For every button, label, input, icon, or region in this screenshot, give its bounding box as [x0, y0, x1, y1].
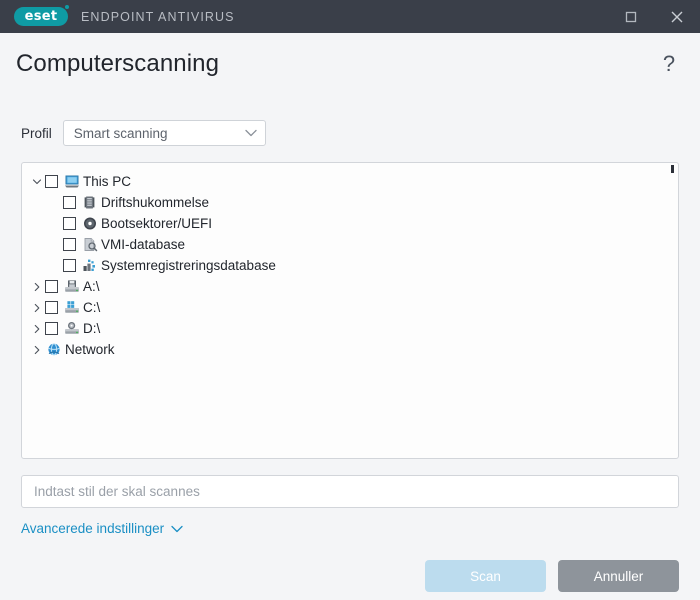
memory-icon	[81, 195, 98, 211]
tree-item-label: C:\	[83, 299, 101, 315]
floppy-drive-icon	[63, 279, 80, 295]
chevron-down-icon	[245, 129, 257, 137]
maximize-icon	[625, 11, 637, 22]
scan-targets-tree[interactable]: This PC Driftshukommelse Bootsektorer/UEFI…	[21, 162, 679, 459]
tree-scrollbar[interactable]	[667, 163, 678, 458]
tree-expand-toggle[interactable]	[29, 282, 45, 292]
tree-item-label: Systemregistreringsdatabase	[101, 257, 276, 273]
tree-expand-toggle[interactable]	[29, 303, 45, 313]
tree-item-label: This PC	[83, 173, 132, 189]
close-button[interactable]	[654, 0, 700, 33]
maximize-button[interactable]	[608, 0, 654, 33]
tree-item-checkbox[interactable]	[63, 259, 76, 272]
advanced-settings-label: Avancerede indstillinger	[21, 521, 165, 536]
eset-logo-text: eset	[24, 9, 58, 24]
scan-path-input[interactable]	[34, 484, 666, 499]
page-header: Computerscanning ?	[0, 33, 700, 95]
profile-select[interactable]: Smart scanning	[62, 120, 266, 146]
tree-expand-toggle-open[interactable]	[29, 177, 45, 187]
wmi-database-icon	[81, 237, 98, 253]
tree-item-label: Network	[65, 341, 115, 357]
tree-row[interactable]: A:\	[22, 276, 678, 297]
registry-icon	[81, 258, 98, 274]
tree-row[interactable]: Systemregistreringsdatabase	[22, 255, 678, 276]
tree-item-label: VMI-database	[101, 236, 186, 252]
tree-row[interactable]: Bootsektorer/UEFI	[22, 213, 678, 234]
tree-row[interactable]: Driftshukommelse	[22, 192, 678, 213]
monitor-icon	[63, 174, 80, 190]
advanced-settings-link[interactable]: Avancerede indstillinger	[21, 521, 183, 536]
tree-item-checkbox[interactable]	[45, 322, 58, 335]
eset-logo-dot	[65, 5, 69, 9]
tree-row[interactable]: VMI-database	[22, 234, 678, 255]
profile-row: Profil Smart scanning	[0, 95, 700, 146]
close-icon	[671, 11, 683, 22]
tree-item-checkbox[interactable]	[63, 196, 76, 209]
window-controls	[608, 0, 700, 33]
chevron-down-icon	[32, 178, 42, 184]
scan-path-field[interactable]	[21, 475, 679, 508]
tree-item-label: A:\	[83, 278, 100, 294]
tree-item-checkbox[interactable]	[45, 301, 58, 314]
tree-row[interactable]: D:\	[22, 318, 678, 339]
chevron-right-icon	[34, 282, 40, 291]
profile-selected-value: Smart scanning	[73, 125, 168, 141]
cancel-button[interactable]: Annuller	[558, 560, 679, 592]
chevron-right-icon	[34, 324, 40, 333]
tree-row[interactable]: This PC	[22, 171, 678, 192]
dialog-footer: Scan Annuller	[0, 538, 700, 592]
product-name: ENDPOINT ANTIVIRUS	[81, 9, 235, 24]
tree-expand-toggle[interactable]	[29, 345, 45, 355]
tree-item-checkbox[interactable]	[45, 280, 58, 293]
hard-drive-icon	[63, 300, 80, 316]
window-titlebar: eset ENDPOINT ANTIVIRUS	[0, 0, 700, 33]
tree-expand-toggle[interactable]	[29, 324, 45, 334]
chevron-right-icon	[34, 303, 40, 312]
tree-item-label: D:\	[83, 320, 101, 336]
tree-item-label: Driftshukommelse	[101, 194, 210, 210]
tree-item-checkbox[interactable]	[63, 238, 76, 251]
chevron-down-icon	[171, 525, 183, 532]
chevron-right-icon	[34, 345, 40, 354]
profile-label: Profil	[21, 125, 52, 141]
tree-scrollbar-thumb[interactable]	[671, 165, 674, 173]
network-globe-icon	[45, 342, 62, 358]
tree-item-checkbox[interactable]	[45, 175, 58, 188]
optical-drive-icon	[63, 321, 80, 337]
tree-item-checkbox[interactable]	[63, 217, 76, 230]
tree-row[interactable]: Network	[22, 339, 678, 360]
page-title: Computerscanning	[16, 50, 220, 77]
scan-button[interactable]: Scan	[425, 560, 546, 592]
tree-list: This PC Driftshukommelse Bootsektorer/UEFI…	[22, 163, 678, 360]
disc-icon	[81, 216, 98, 232]
help-icon[interactable]: ?	[656, 51, 682, 77]
tree-row[interactable]: C:\	[22, 297, 678, 318]
eset-logo: eset	[14, 5, 69, 26]
tree-item-label: Bootsektorer/UEFI	[101, 215, 213, 231]
